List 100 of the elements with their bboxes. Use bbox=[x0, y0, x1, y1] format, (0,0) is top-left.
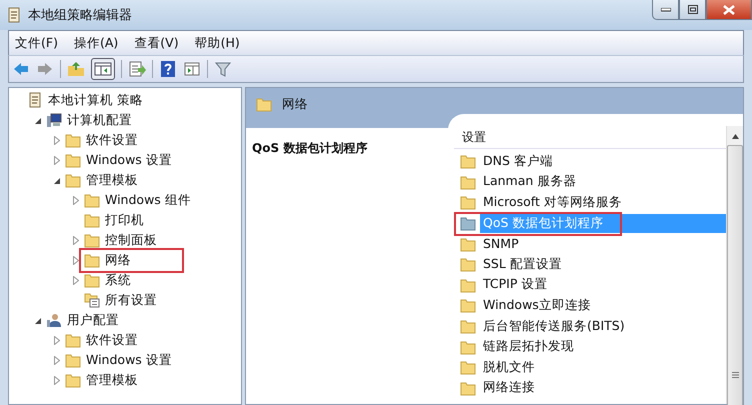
header-title: 网络 bbox=[282, 96, 308, 112]
expanded-arrow-icon[interactable] bbox=[34, 316, 42, 324]
collapsed-arrow-icon[interactable] bbox=[73, 276, 79, 284]
collapsed-arrow-icon[interactable] bbox=[54, 136, 60, 144]
tree-item[interactable]: 系统 bbox=[82, 270, 133, 290]
folder-icon bbox=[84, 192, 100, 208]
expanded-arrow-icon[interactable] bbox=[34, 116, 42, 124]
user-icon bbox=[46, 312, 62, 328]
folder-icon bbox=[460, 256, 476, 272]
list-item-label: QoS 数据包计划程序 bbox=[480, 214, 726, 233]
list-row[interactable]: Microsoft 对等网络服务 bbox=[454, 192, 726, 213]
list-row[interactable]: DNS 客户端 bbox=[454, 151, 726, 172]
description-title: QoS 数据包计划程序 bbox=[252, 141, 368, 155]
folder-icon bbox=[65, 172, 81, 188]
list-row[interactable]: SNMP bbox=[454, 233, 726, 254]
list-item-label: 网络连接 bbox=[482, 378, 536, 396]
list-item-label: Lanman 服务器 bbox=[482, 172, 578, 190]
folder-icon bbox=[65, 352, 81, 368]
tree-item[interactable]: 软件设置 bbox=[63, 330, 140, 350]
tree-item[interactable]: 管理模板 bbox=[63, 370, 140, 390]
folder-icon bbox=[84, 252, 100, 268]
filter-icon[interactable] bbox=[214, 60, 232, 78]
list-row[interactable]: 后台智能传送服务(BITS) bbox=[454, 316, 726, 336]
list-item-label: 后台智能传送服务(BITS) bbox=[482, 316, 626, 335]
collapsed-arrow-icon[interactable] bbox=[73, 236, 79, 244]
tree-item[interactable]: 管理模板 bbox=[63, 170, 140, 190]
tree-item[interactable]: Windows 组件 bbox=[82, 190, 193, 210]
forward-arrow-icon[interactable] bbox=[36, 60, 54, 78]
scroll-up-arrow-icon[interactable] bbox=[732, 134, 738, 139]
console-tree-icon[interactable] bbox=[91, 58, 115, 80]
computer-icon bbox=[46, 112, 62, 128]
folder-icon bbox=[460, 297, 476, 314]
folder-icon bbox=[460, 276, 476, 293]
collapsed-arrow-icon[interactable] bbox=[73, 256, 79, 264]
tree-item[interactable]: 计算机配置 bbox=[44, 110, 134, 130]
list-row[interactable]: 网络连接 bbox=[454, 378, 726, 398]
list-item-label: TCPIP 设置 bbox=[482, 275, 548, 294]
column-header[interactable]: 设置 bbox=[454, 126, 726, 149]
folder-icon bbox=[460, 318, 476, 334]
list-item-label: SNMP bbox=[482, 235, 520, 252]
window-pane-icon[interactable] bbox=[183, 60, 201, 78]
scroll-icon bbox=[6, 7, 22, 23]
export-list-icon[interactable] bbox=[128, 60, 146, 78]
folder-icon bbox=[460, 359, 476, 376]
collapsed-arrow-icon[interactable] bbox=[73, 196, 79, 204]
list-row[interactable]: SSL 配置设置 bbox=[454, 254, 726, 275]
folder-icon bbox=[460, 174, 476, 190]
folder-icon bbox=[65, 152, 81, 168]
tree-item[interactable]: 所有设置 bbox=[82, 290, 159, 310]
folder-icon bbox=[460, 153, 476, 170]
maximize-button[interactable] bbox=[679, 0, 706, 20]
folder-icon bbox=[65, 332, 81, 348]
folder-icon bbox=[460, 380, 476, 396]
list-item-label: Windows立即连接 bbox=[482, 296, 592, 314]
maximize-icon bbox=[688, 5, 698, 14]
help-icon[interactable] bbox=[159, 60, 177, 78]
close-button[interactable] bbox=[706, 0, 752, 20]
folder-icon bbox=[84, 272, 100, 288]
window-title: 本地组策略编辑器 bbox=[28, 7, 133, 24]
collapsed-arrow-icon[interactable] bbox=[54, 156, 60, 164]
tree-item[interactable]: Windows 设置 bbox=[63, 350, 174, 370]
close-icon bbox=[723, 4, 735, 14]
tree-item[interactable]: 本地计算机 策略 bbox=[25, 90, 145, 110]
collapsed-arrow-icon[interactable] bbox=[54, 376, 60, 384]
tree-item[interactable]: 软件设置 bbox=[63, 130, 140, 150]
tree-item[interactable]: 打印机 bbox=[82, 210, 146, 230]
menu-item[interactable]: 查看(V) bbox=[128, 32, 185, 54]
grip-icon bbox=[732, 372, 738, 378]
folder-up-icon[interactable] bbox=[67, 60, 85, 78]
list-row[interactable]: 脱机文件 bbox=[454, 356, 726, 378]
folder-icon bbox=[84, 212, 100, 228]
menu-item[interactable]: 帮助(H) bbox=[188, 32, 246, 54]
list-item-label: Microsoft 对等网络服务 bbox=[482, 192, 623, 211]
tree-item[interactable]: 用户配置 bbox=[44, 310, 121, 330]
folder-icon bbox=[65, 132, 81, 148]
collapsed-arrow-icon[interactable] bbox=[54, 356, 60, 364]
folder-icon bbox=[460, 215, 476, 232]
list-item-label: DNS 客户端 bbox=[482, 152, 554, 170]
back-arrow-icon[interactable] bbox=[12, 60, 30, 78]
scroll-icon bbox=[27, 92, 43, 108]
list-item-label: 链路层拓扑发现 bbox=[482, 337, 575, 356]
settings-list-icon bbox=[84, 292, 100, 308]
expanded-arrow-icon[interactable] bbox=[54, 176, 60, 184]
list-row[interactable]: Windows立即连接 bbox=[454, 295, 726, 316]
minimize-button[interactable] bbox=[652, 0, 679, 20]
tree-item[interactable]: Windows 设置 bbox=[63, 150, 174, 170]
list-item-label: 脱机文件 bbox=[482, 358, 536, 376]
list-row[interactable]: Lanman 服务器 bbox=[454, 172, 726, 192]
menu-item[interactable]: 操作(A) bbox=[68, 32, 124, 54]
tree-item[interactable]: 网络 bbox=[82, 250, 181, 270]
folder-icon bbox=[256, 96, 272, 112]
tree-item[interactable]: 控制面板 bbox=[82, 230, 159, 250]
collapsed-arrow-icon[interactable] bbox=[54, 336, 60, 344]
menu-item[interactable]: 文件(F) bbox=[9, 32, 64, 54]
minimize-icon bbox=[660, 8, 670, 12]
folder-icon bbox=[460, 338, 476, 355]
list-item-label: SSL 配置设置 bbox=[482, 254, 563, 273]
list-row[interactable]: TCPIP 设置 bbox=[454, 274, 726, 296]
folder-icon bbox=[460, 236, 476, 252]
list-row[interactable]: 链路层拓扑发现 bbox=[454, 336, 726, 357]
